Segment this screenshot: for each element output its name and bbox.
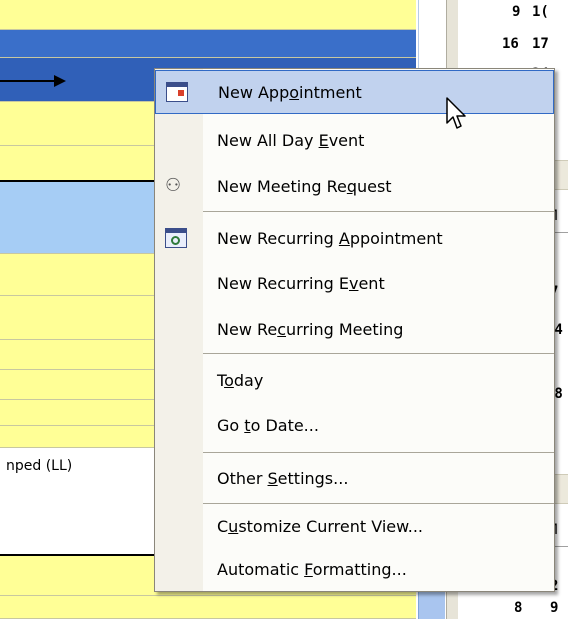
menu-item-label: Customize Current View...	[217, 517, 424, 536]
menu-item-label: New Recurring Event	[217, 274, 385, 293]
menu-item-label: New Appointment	[218, 83, 362, 102]
appointment-subject: nped (LL)	[6, 458, 73, 474]
menu-item-new-recurring-event[interactable]: New Recurring Event	[155, 262, 554, 306]
date-cell[interactable]: 16	[502, 36, 519, 52]
menu-item-label: Go to Date...	[217, 416, 319, 435]
date-cell[interactable]: 8	[514, 600, 522, 616]
menu-item-new-recurring-meeting[interactable]: New Recurring Meeting	[155, 308, 554, 352]
mouse-cursor-icon	[446, 97, 466, 129]
context-menu: New Appointment New All Day Event ⚇ New …	[154, 68, 555, 592]
menu-item-label: New All Day Event	[217, 131, 365, 150]
date-cell[interactable]: 17	[532, 36, 549, 52]
menu-item-new-all-day-event[interactable]: New All Day Event	[155, 119, 554, 163]
date-cell[interactable]: 1(	[532, 4, 549, 20]
menu-item-go-to-date[interactable]: Go to Date...	[155, 404, 554, 448]
calendar-header-bar	[0, 30, 416, 58]
calendar-appointment-icon	[166, 82, 188, 102]
menu-item-new-recurring-appointment[interactable]: New Recurring Appointment	[155, 217, 554, 261]
menu-item-label: Today	[217, 371, 264, 390]
arrow-head-icon	[54, 75, 66, 87]
menu-separator	[203, 353, 554, 354]
time-slot[interactable]	[0, 596, 416, 619]
menu-separator	[203, 211, 554, 212]
date-cell[interactable]: 9	[512, 4, 520, 20]
menu-item-label: New Recurring Meeting	[217, 320, 404, 339]
menu-item-today[interactable]: Today	[155, 359, 554, 403]
date-cell[interactable]: 9	[550, 600, 558, 616]
menu-item-customize-current-view[interactable]: Customize Current View...	[155, 505, 554, 549]
menu-item-new-appointment[interactable]: New Appointment	[155, 70, 554, 114]
menu-item-new-meeting-request[interactable]: ⚇ New Meeting Request	[155, 165, 554, 209]
menu-separator	[203, 503, 554, 504]
pointer-arrow-line	[0, 80, 56, 82]
recurring-appointment-icon	[165, 228, 187, 248]
menu-item-label: Automatic Formatting...	[217, 560, 407, 579]
menu-item-label: Other Settings...	[217, 469, 349, 488]
menu-separator	[203, 452, 554, 453]
menu-item-label: New Meeting Request	[217, 177, 392, 196]
menu-item-other-settings[interactable]: Other Settings...	[155, 457, 554, 501]
meeting-request-icon: ⚇	[165, 175, 182, 196]
time-slot[interactable]	[0, 0, 416, 30]
menu-item-label: New Recurring Appointment	[217, 229, 443, 248]
menu-item-automatic-formatting[interactable]: Automatic Formatting...	[155, 548, 554, 592]
